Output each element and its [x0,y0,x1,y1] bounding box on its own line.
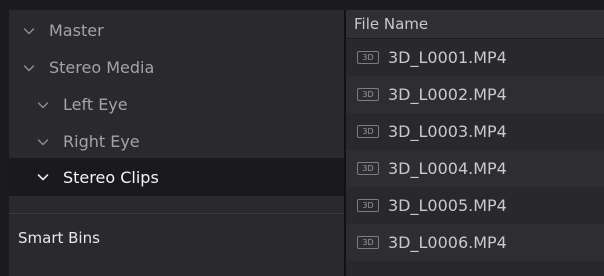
clip-row[interactable]: 3D 3D_L0006.MP4 [346,224,604,261]
bin-item-label: Right Eye [63,132,140,151]
chevron-down-icon[interactable] [35,97,51,113]
clip-file-name: 3D_L0001.MP4 [388,48,507,67]
bin-item-stereo-clips[interactable]: Stereo Clips [9,158,370,196]
3d-badge-icon: 3D [357,236,379,249]
clip-row[interactable]: 3D 3D_L0003.MP4 [346,113,604,150]
clip-row[interactable]: 3D 3D_L0004.MP4 [346,150,604,187]
bin-item-master[interactable]: Master [9,12,356,49]
frame-top-bar [0,0,604,10]
bin-item-label: Master [49,21,104,40]
clip-list-panel: File Name 3D 3D_L0001.MP4 3D 3D_L0002.MP… [346,10,604,276]
bin-item-stereo-media[interactable]: Stereo Media [9,49,356,86]
clip-file-name: 3D_L0002.MP4 [388,85,507,104]
chevron-down-icon[interactable] [21,23,37,39]
clip-file-name: 3D_L0003.MP4 [388,122,507,141]
bin-item-right-eye[interactable]: Right Eye [9,123,370,160]
clip-row[interactable]: 3D 3D_L0005.MP4 [346,187,604,224]
clip-row[interactable]: 3D 3D_L0002.MP4 [346,76,604,113]
3d-badge-icon: 3D [357,162,379,175]
bin-item-label: Left Eye [63,95,128,114]
bin-list-panel: Master Stereo Media Left Eye Right Eye S [9,10,370,276]
clip-file-name: 3D_L0005.MP4 [388,196,507,215]
media-pool: Master Stereo Media Left Eye Right Eye S [0,0,604,276]
3d-badge-icon: 3D [357,199,379,212]
bin-item-label: Stereo Media [49,58,155,77]
3d-badge-icon: 3D [357,88,379,101]
bin-item-left-eye[interactable]: Left Eye [9,86,370,123]
chevron-down-icon[interactable] [35,134,51,150]
chevron-down-icon[interactable] [21,60,37,76]
column-header-label: File Name [354,15,429,33]
clip-row[interactable]: 3D 3D_L0001.MP4 [346,39,604,76]
smart-bins-header[interactable]: Smart Bins [18,229,100,247]
3d-badge-icon: 3D [357,125,379,138]
smart-bins-divider [9,213,344,214]
3d-badge-icon: 3D [357,51,379,64]
clip-file-name: 3D_L0006.MP4 [388,233,507,252]
chevron-down-icon[interactable] [35,169,51,185]
clip-file-name: 3D_L0004.MP4 [388,159,507,178]
bin-item-label: Stereo Clips [63,167,159,187]
column-header-file-name[interactable]: File Name [346,10,604,38]
